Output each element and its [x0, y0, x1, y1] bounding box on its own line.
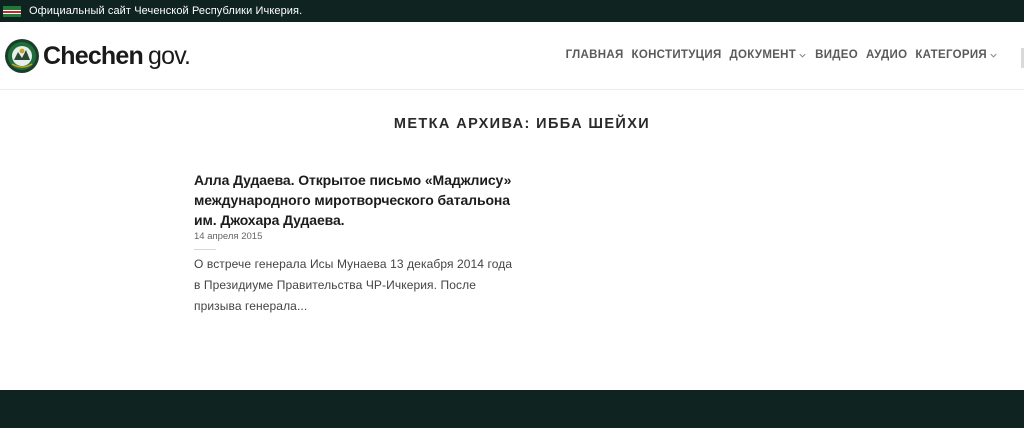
- site-logo[interactable]: Chechen gov.: [4, 38, 191, 74]
- post-title-link[interactable]: Алла Дудаева. Открытое письмо «Маджлису»…: [194, 170, 514, 230]
- top-bar: Официальный сайт Чеченской Республики Ич…: [0, 0, 1024, 22]
- nav-item-label: АУДИО: [865, 49, 908, 61]
- nav-item-label: КОНСТИТУЦИЯ: [631, 49, 722, 61]
- top-bar-text: Официальный сайт Чеченской Республики Ич…: [29, 5, 303, 17]
- post-excerpt: О встрече генерала Исы Мунаева 13 декабр…: [194, 257, 513, 313]
- post-date: 14 апреля 2015: [194, 231, 263, 242]
- chevron-down-icon: [990, 53, 997, 58]
- logo-brand: Chechen: [43, 41, 144, 70]
- nav-item-category[interactable]: КАТЕГОРИЯ: [915, 49, 998, 61]
- nav-item-constitution[interactable]: КОНСТИТУЦИЯ: [632, 49, 722, 61]
- archive-title: МЕТКА АРХИВА: ИББА ШЕЙХИ: [393, 116, 651, 132]
- nav-item-home[interactable]: ГЛАВНАЯ: [566, 49, 624, 61]
- site-header: Chechen gov. ГЛАВНАЯ КОНСТИТУЦИЯ ДОКУМЕНТ…: [0, 22, 1024, 90]
- logo-text: Chechen gov.: [43, 41, 191, 71]
- nav-item-document[interactable]: ДОКУМЕНТ: [730, 49, 808, 61]
- nav-item-label: ВИДЕО: [815, 49, 858, 61]
- post-divider: [194, 249, 216, 250]
- nav-item-audio[interactable]: АУДИО: [866, 49, 907, 61]
- emblem-icon: [5, 39, 39, 73]
- post-card: Алла Дудаева. Открытое письмо «Маджлису»…: [194, 170, 514, 317]
- nav-item-video[interactable]: ВИДЕО: [815, 49, 858, 61]
- nav-item-label: КАТЕГОРИЯ: [915, 49, 987, 61]
- logo-suffix: gov.: [147, 41, 191, 70]
- nav-item-label: ГЛАВНАЯ: [565, 49, 624, 61]
- ichkeria-flag-icon: [3, 5, 21, 17]
- nav-item-label: ДОКУМЕНТ: [729, 49, 797, 61]
- chevron-down-icon: [799, 53, 806, 58]
- main-nav: ГЛАВНАЯ КОНСТИТУЦИЯ ДОКУМЕНТ ВИДЕО АУДИО…: [566, 49, 998, 61]
- site-footer: [0, 390, 1024, 428]
